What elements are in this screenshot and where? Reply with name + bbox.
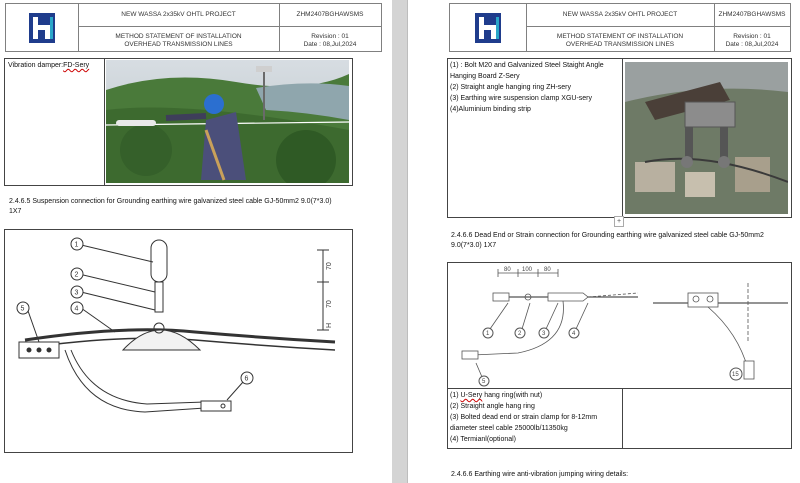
right-company-logo [475,12,501,43]
hardware-item-2: (2) Straight angle hanging ring ZH-sery [450,84,572,91]
doc-code: ZHM2407BGHAWSMS [296,11,364,18]
callout-3: 3 [75,290,79,297]
damper-label-code: FD-Sery [63,62,90,69]
right-project-name: NEW WASSA 2x35kV OHTL PROJECT [562,11,678,18]
section-2466-line2: 9.0(7*3.0) 1X7 [451,242,497,249]
right-doc-code: ZHM2407BGHAWSMS [718,11,786,18]
suspension-drawing: 1 2 3 4 5 6 70 70 H [16,237,336,413]
hardware-item-1b: Hanging Board Z-Sery [450,73,520,80]
dim-80-left: 80 [504,267,511,273]
right-title-line-1: METHOD STATEMENT OF INSTALLATION [556,33,684,40]
damper-table-divider [104,58,105,185]
callout-5: 5 [21,306,25,313]
strain-item-3b: diameter steel cable 25000lb/11350kg [450,425,568,432]
company-logo [29,12,55,43]
section-2466b: 2.4.6.6 Earthing wire anti-vibration jum… [451,471,629,478]
dim-100: 100 [522,267,533,273]
right-header-divider [526,26,790,27]
page-gutter [392,0,408,483]
right-date: Date : 08,Jul,2024 [725,41,779,48]
right-page: NEW WASSA 2x35kV OHTL PROJECT ZHM2407BGH… [408,0,800,483]
date: Date : 08,Jul,2024 [303,41,357,48]
left-page: NEW WASSA 2x35kV OHTL PROJECT ZHM2407BGH… [0,0,392,483]
header-divider [78,26,381,27]
right-title-line-2: OVERHEAD TRANSMISSION LINES [565,41,675,48]
dim-70-bottom: 70 [326,300,333,308]
right-logo-cell [450,4,527,51]
hardware-item-4: (4)Aluminium binding strip [450,106,531,113]
strain-table-vdivider [622,388,623,448]
strain-item-2: (2) Straight angle hang ring [450,403,535,410]
hardware-item-1: (1) : Bolt M20 and Galvanized Steel Stai… [450,62,604,69]
strain-item-3: (3) Bolted dead end or strain clamp for … [450,414,598,421]
title-line-2: OVERHEAD TRANSMISSION LINES [124,41,233,48]
lineman-photo [106,60,349,183]
project-name: NEW WASSA 2x35kV OHTL PROJECT [121,11,236,18]
section-2465-line1: 2.4.6.5 Suspension connection for Ground… [9,198,332,205]
strain-item-1-text: U-Sery [460,392,483,399]
dim-80-right: 80 [544,267,551,273]
strain-table-hdivider [447,388,791,389]
hardware-table-divider [622,58,623,217]
callout-1: 1 [75,242,79,249]
damper-label-prefix: Vibration damper: [8,62,64,69]
dim-h: H [326,323,333,328]
section-2466-line1: 2.4.6.6 Dead End or Strain connection fo… [451,232,764,239]
strain-item-4: (4) Termianl(optional) [450,436,517,443]
section-2465-line2: 1X7 [9,208,22,215]
title-line-1: METHOD STATEMENT OF INSTALLATION [115,33,242,40]
right-header: NEW WASSA 2x35kV OHTL PROJECT ZHM2407BGH… [449,3,791,52]
clamp-photo [625,62,788,214]
damper-label: Vibration damper:FD-Sery [8,61,89,70]
strain-item-1: (1) U-Sery hang ring(with nut) [450,392,543,399]
strain-drawing: 80 100 80 1 2 3 4 5 15 [461,267,788,387]
left-header: NEW WASSA 2x35kV OHTL PROJECT ZHM2407BGH… [5,3,382,52]
callout-4: 4 [75,306,79,313]
strain-callout-15: 15 [732,372,739,378]
callout-2: 2 [75,272,79,279]
right-revision: Revision : 01 [733,33,771,40]
dim-70-top: 70 [326,262,333,270]
hardware-item-3: (3) Earthing wire suspension clamp XGU-s… [450,95,592,102]
callout-6: 6 [245,376,249,383]
logo-cell [6,4,79,51]
revision: Revision : 01 [311,33,349,40]
table-add-glyph[interactable]: + [614,216,625,228]
